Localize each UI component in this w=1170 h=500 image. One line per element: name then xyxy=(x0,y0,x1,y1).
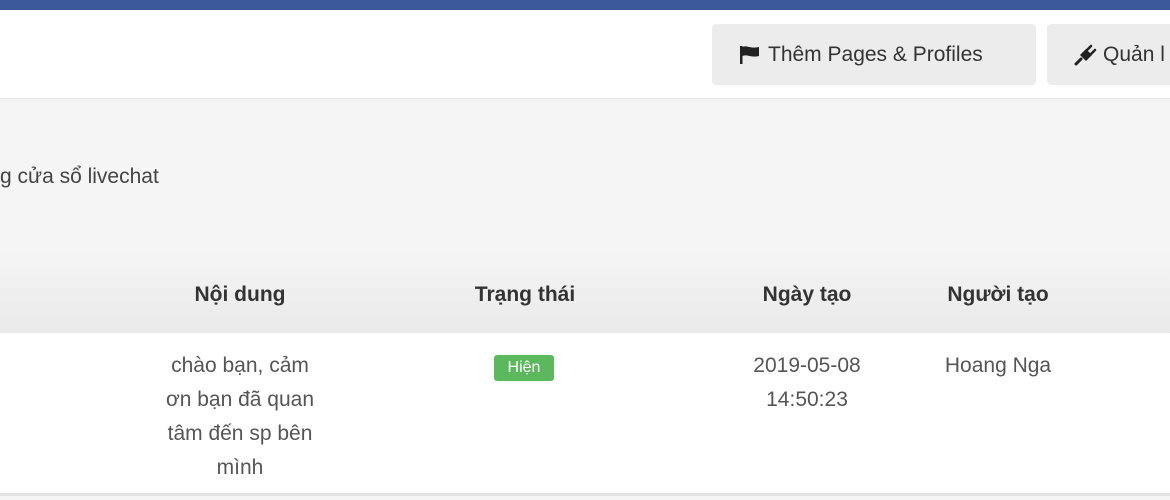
top-bar xyxy=(0,0,1170,10)
manage-button[interactable]: Quản l xyxy=(1047,24,1170,85)
row-creator: Hoang Nga xyxy=(944,354,1052,377)
row-content-line: ơn bạn đã quan xyxy=(165,388,315,411)
table-header: Nội dung Trạng thái Ngày tạo Người tạo xyxy=(0,251,1170,333)
main-content: g cửa sổ livechat Nội dung Trạng thái Ng… xyxy=(0,99,1170,500)
column-header-creator[interactable]: Người tạo xyxy=(898,283,1098,307)
row-content-line: chào bạn, cảm xyxy=(171,354,309,377)
column-header-status[interactable]: Trạng thái xyxy=(425,283,625,307)
row-content-line: mình xyxy=(216,456,264,479)
column-header-content[interactable]: Nội dung xyxy=(140,283,340,307)
header: Thêm Pages & Profiles Quản l xyxy=(0,10,1170,99)
add-pages-profiles-label: Thêm Pages & Profiles xyxy=(768,42,983,66)
row-date-line: 2019-05-08 xyxy=(753,354,861,377)
add-pages-profiles-button[interactable]: Thêm Pages & Profiles xyxy=(712,24,1036,85)
row-content-line: tâm đến sp bên xyxy=(167,422,313,445)
row-time-line: 14:50:23 xyxy=(766,388,848,411)
manage-label: Quản l xyxy=(1103,42,1165,66)
row-created-date: 2019-05-08 14:50:23 xyxy=(707,349,907,417)
page-description: g cửa sổ livechat xyxy=(0,165,159,188)
column-header-created-date[interactable]: Ngày tạo xyxy=(707,283,907,307)
table-row: chào bạn, cảm ơn bạn đã quan tâm đến sp … xyxy=(0,333,1170,496)
row-content: chào bạn, cảm ơn bạn đã quan tâm đến sp … xyxy=(130,349,350,485)
status-badge: Hiện xyxy=(494,355,554,381)
plug-icon xyxy=(1073,44,1099,66)
flag-icon xyxy=(738,44,764,66)
